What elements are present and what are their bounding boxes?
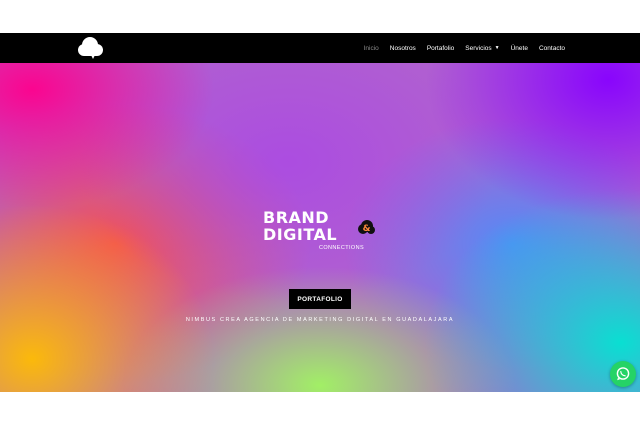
brand-subtitle: CONNECTIONS [319,245,365,251]
hero-banner: BRAND DIGITAL CONNECTIONS & PORTAFOLIO N… [0,63,640,392]
ampersand-cloud-icon: & [356,219,376,237]
main-nav: Inicio Nosotros Portafolio Servicios ▼ Ú… [364,33,565,63]
nav-item-label: Servicios [465,44,492,52]
whatsapp-icon [616,367,630,381]
page: Inicio Nosotros Portafolio Servicios ▼ Ú… [0,0,640,426]
site-header: Inicio Nosotros Portafolio Servicios ▼ Ú… [0,33,640,63]
nav-item-unete[interactable]: Únete [511,45,528,52]
brand-line2: DIGITAL [263,225,338,244]
top-strip [0,0,640,33]
hero-tagline: NIMBUS CREA AGENCIA DE MARKETING DIGITAL… [185,317,455,323]
nav-item-contacto[interactable]: Contacto [539,45,565,52]
chevron-down-icon: ▼ [494,44,500,51]
brand-line1: BRAND [263,208,330,227]
cloud-icon[interactable] [75,36,105,60]
nav-item-portafolio[interactable]: Portafolio [427,45,454,52]
nav-item-servicios[interactable]: Servicios ▼ [465,45,499,52]
brand-logo: BRAND DIGITAL CONNECTIONS & [263,210,383,256]
nav-item-nosotros[interactable]: Nosotros [390,45,416,52]
nav-item-inicio[interactable]: Inicio [364,45,379,52]
whatsapp-button[interactable] [610,361,636,387]
svg-text:&: & [363,224,371,234]
portafolio-button[interactable]: PORTAFOLIO [289,289,351,309]
